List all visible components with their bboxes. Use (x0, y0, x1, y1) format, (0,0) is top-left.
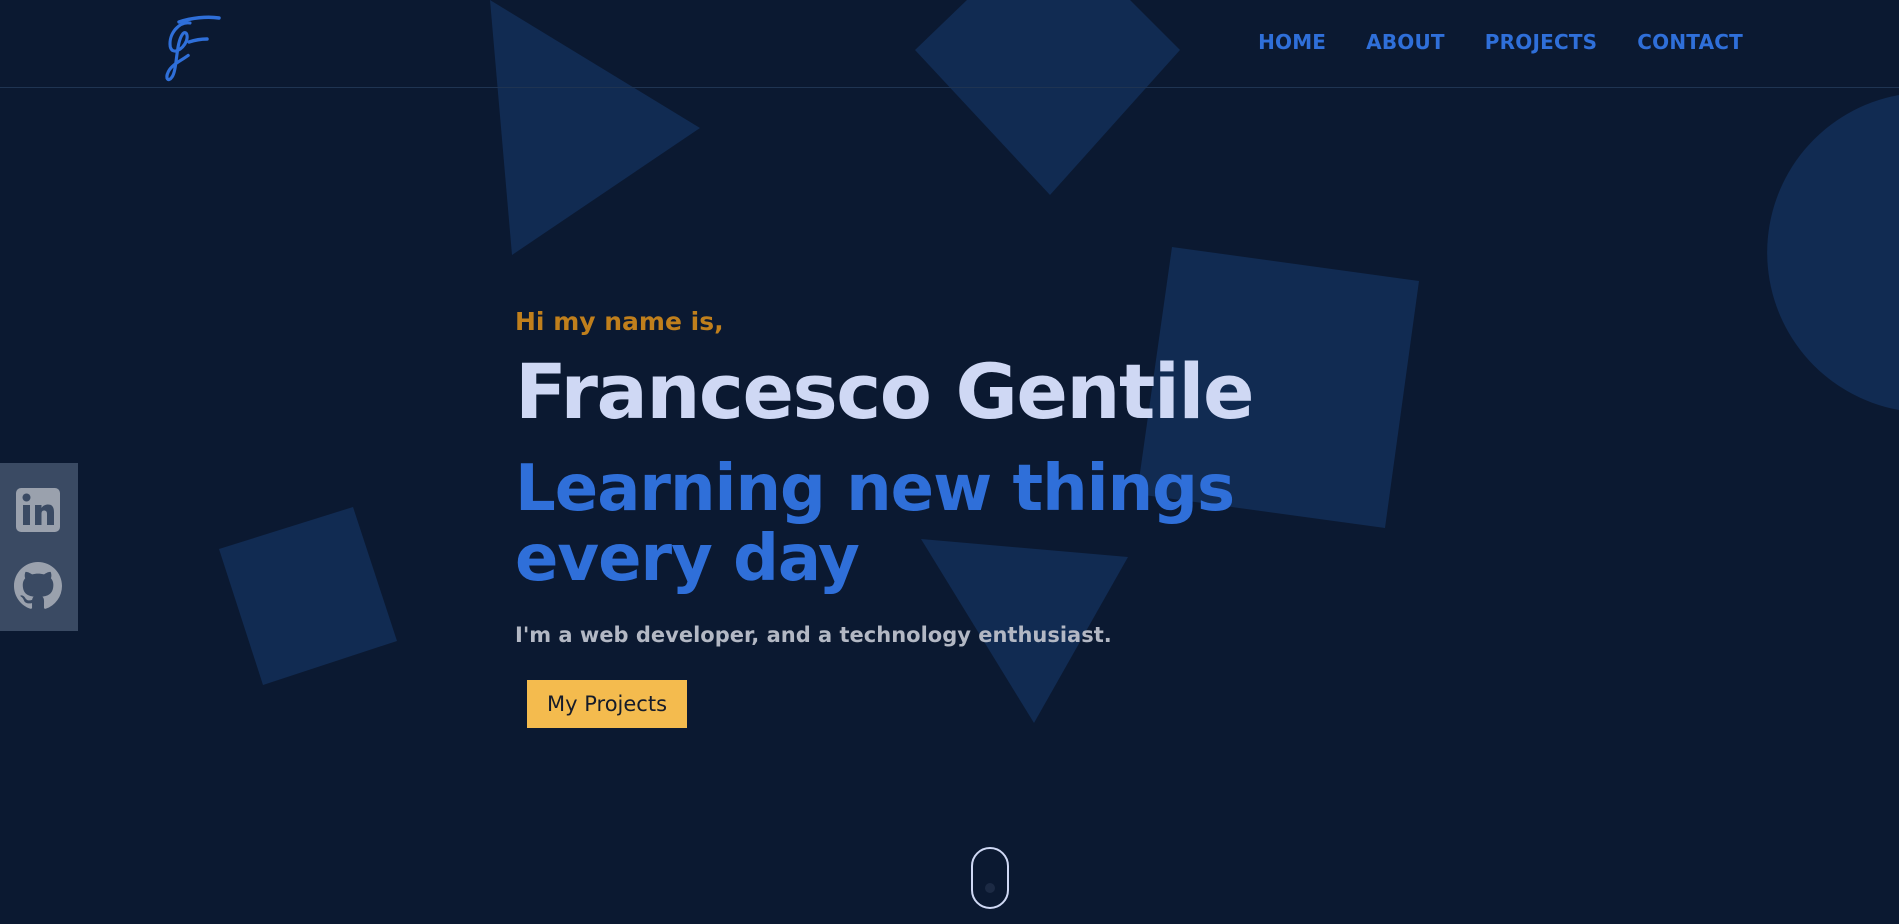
hero-description: I'm a web developer, and a technology en… (515, 623, 1112, 647)
hero-tagline: Learning new things every day (515, 452, 1235, 596)
nav-contact[interactable]: CONTACT (1637, 30, 1743, 54)
logo-icon (165, 15, 221, 82)
linkedin-icon[interactable] (14, 486, 62, 534)
scroll-down-indicator[interactable] (971, 847, 1009, 909)
site-header: HOME ABOUT PROJECTS CONTACT (0, 0, 1899, 88)
social-sidebar (0, 463, 78, 631)
bg-semicircle-right (1767, 95, 1899, 410)
hero-section: Hi my name is, Francesco Gentile Learnin… (515, 300, 1455, 728)
nav-about[interactable]: ABOUT (1366, 30, 1445, 54)
bg-square-left (219, 507, 397, 685)
nav-home[interactable]: HOME (1258, 30, 1326, 54)
nav-projects[interactable]: PROJECTS (1485, 30, 1598, 54)
page: HOME ABOUT PROJECTS CONTACT Hi my name i… (0, 0, 1899, 924)
github-icon[interactable] (14, 562, 62, 610)
hero-greeting: Hi my name is, (515, 307, 724, 336)
scroll-dot-icon (985, 883, 995, 893)
hero-name: Francesco Gentile (515, 347, 1255, 436)
main-nav: HOME ABOUT PROJECTS CONTACT (1258, 30, 1743, 54)
site-logo[interactable] (155, 12, 227, 82)
my-projects-button[interactable]: My Projects (527, 680, 688, 728)
